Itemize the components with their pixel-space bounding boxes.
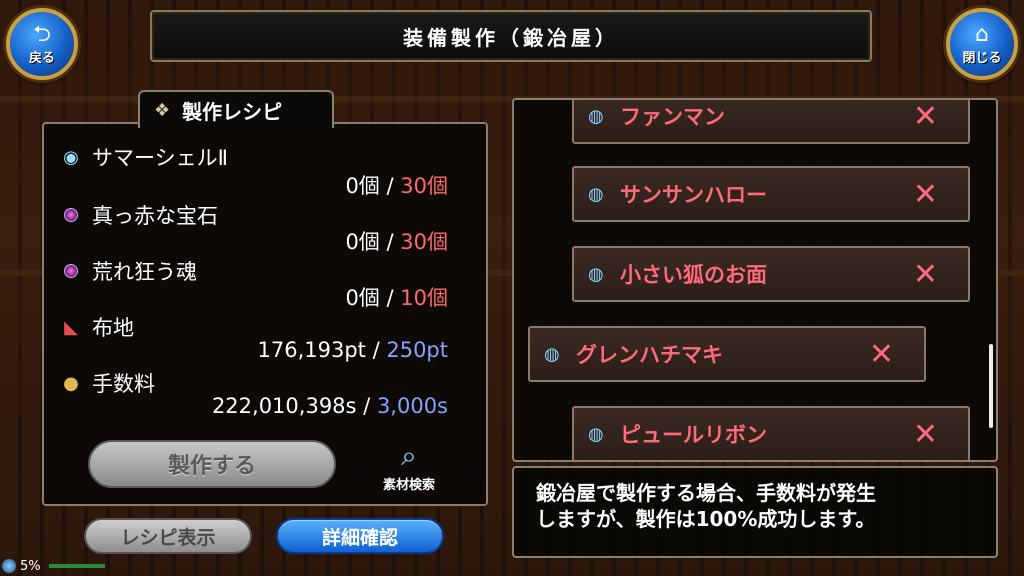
status-indicator: 5% — [2, 556, 105, 576]
list-scrollbar[interactable] — [989, 344, 993, 428]
material-name: 手数料 — [92, 372, 155, 396]
close-button[interactable]: ⌂ 閉じる — [946, 8, 1018, 80]
material-red-gem: 真っ赤な宝石 — [58, 200, 218, 230]
coin-icon: ● — [63, 372, 79, 394]
gem-icon — [64, 208, 78, 222]
equipment-icon: ◍ — [588, 105, 604, 127]
material-search-label: 素材検索 — [382, 478, 435, 493]
equipment-list-panel[interactable]: ◍ ファンマン ✕ ◍ サンサンハロー ✕ ◍ 小さい狐のお面 ✕ ◍ グレンハ… — [512, 98, 998, 462]
remove-icon[interactable]: ✕ — [913, 417, 938, 452]
material-search-button[interactable]: ⌕ 素材検索 — [364, 438, 454, 498]
material-fee: ● 手数料 — [58, 368, 155, 398]
material-quantity: 222,010,398s / 3,000s — [211, 394, 448, 418]
material-name: 荒れ狂う魂 — [92, 260, 197, 284]
detail-confirm-button[interactable]: 詳細確認 — [276, 518, 444, 554]
equipment-icon: ◍ — [588, 423, 604, 445]
list-item[interactable]: ◍ ファンマン ✕ — [572, 100, 970, 144]
cloth-icon: ◣ — [64, 316, 78, 338]
equipment-icon: ◍ — [588, 263, 604, 285]
page-title: 装備製作（鍛冶屋） — [403, 25, 619, 50]
recipe-title: 製作レシピ — [182, 99, 283, 124]
recipe-tab: ❖ 製作レシピ — [138, 90, 334, 128]
material-summer-shell: ◉ サマーシェルⅡ — [58, 142, 468, 172]
info-line-1: 鍛冶屋で製作する場合、手数料が発生 — [536, 481, 876, 505]
craft-button[interactable]: 製作する — [88, 440, 336, 488]
info-message-panel: 鍛冶屋で製作する場合、手数料が発生 しますが、製作は100%成功します。 — [512, 466, 998, 558]
material-quantity: 0個 / 30個 — [345, 230, 448, 254]
home-icon: ⌂ — [975, 21, 989, 47]
remove-icon[interactable]: ✕ — [913, 177, 938, 212]
gem-icon — [64, 264, 78, 278]
material-name: サマーシェルⅡ — [92, 146, 228, 170]
back-label: 戻る — [28, 50, 55, 66]
magnifier-icon: ⌕ — [401, 439, 417, 472]
recipe-show-button[interactable]: レシピ表示 — [84, 518, 252, 554]
remove-icon[interactable]: ✕ — [913, 257, 938, 292]
material-name: 真っ赤な宝石 — [92, 204, 218, 228]
remove-icon[interactable]: ✕ — [869, 337, 894, 372]
status-bar — [48, 564, 105, 568]
list-item-selected[interactable]: ◍ グレンハチマキ ✕ — [528, 326, 926, 382]
material-cloth: ◣ 布地 — [58, 312, 134, 342]
status-percent: 5% — [20, 558, 41, 574]
recipe-scroll-icon: ❖ — [154, 99, 171, 121]
status-orb-icon — [2, 559, 16, 573]
title-bar: 装備製作（鍛冶屋） — [150, 10, 872, 62]
back-arrow-icon: ⮌ — [33, 21, 51, 47]
shell-icon: ◉ — [63, 146, 79, 168]
list-item[interactable]: ◍ ピュールリボン ✕ — [572, 406, 970, 460]
info-line-2: しますが、製作は100%成功します。 — [536, 507, 876, 531]
back-button[interactable]: ⮌ 戻る — [6, 8, 78, 80]
material-name: 布地 — [92, 316, 134, 340]
equipment-icon: ◍ — [588, 183, 604, 205]
list-item[interactable]: ◍ 小さい狐のお面 ✕ — [572, 246, 970, 302]
list-item[interactable]: ◍ サンサンハロー ✕ — [572, 166, 970, 222]
remove-icon[interactable]: ✕ — [913, 100, 938, 134]
close-label: 閉じる — [962, 50, 1002, 66]
material-quantity: 176,193pt / 250pt — [257, 338, 448, 362]
equipment-icon: ◍ — [544, 343, 560, 365]
material-quantity: 0個 / 30個 — [345, 174, 448, 198]
material-raging-soul: 荒れ狂う魂 — [58, 256, 197, 286]
material-quantity: 0個 / 10個 — [345, 286, 448, 310]
